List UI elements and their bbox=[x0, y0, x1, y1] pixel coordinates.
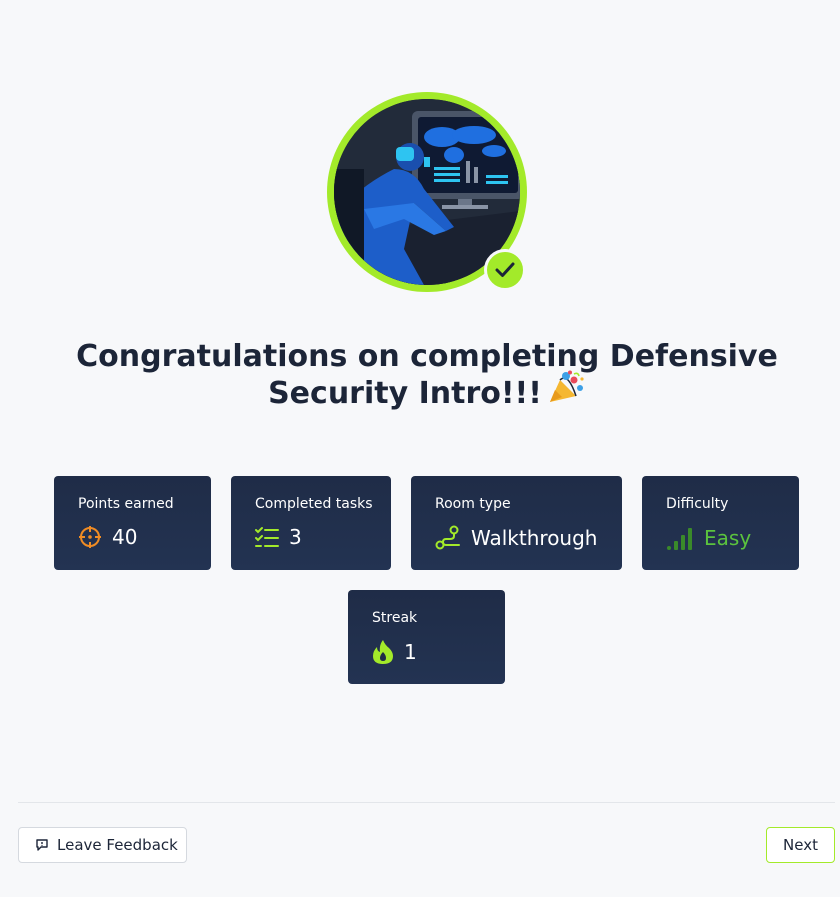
streak-value: 1 bbox=[404, 640, 417, 664]
completion-title: Congratulations on completing Defensive … bbox=[40, 338, 814, 413]
completion-title-text: Congratulations on completing Defensive … bbox=[76, 339, 778, 411]
room-type-label: Room type bbox=[435, 496, 511, 512]
streak-card: Streak 1 bbox=[348, 590, 505, 684]
points-earned-card: Points earned 40 bbox=[54, 476, 211, 570]
crosshair-icon bbox=[79, 526, 101, 548]
footer-divider bbox=[18, 802, 835, 803]
points-earned-value: 40 bbox=[112, 525, 138, 549]
next-button[interactable]: Next bbox=[766, 827, 835, 863]
streak-label: Streak bbox=[372, 610, 418, 626]
difficulty-value: Easy bbox=[704, 526, 752, 550]
flame-icon bbox=[373, 640, 393, 664]
feedback-icon bbox=[36, 839, 48, 851]
difficulty-label: Difficulty bbox=[666, 496, 729, 512]
completed-tasks-card: Completed tasks 3 bbox=[231, 476, 391, 570]
route-icon bbox=[435, 525, 460, 550]
completed-badge bbox=[484, 249, 526, 291]
checklist-icon bbox=[255, 527, 279, 547]
leave-feedback-label: Leave Feedback bbox=[57, 836, 178, 854]
completed-tasks-label: Completed tasks bbox=[255, 496, 373, 512]
room-completion-page: Congratulations on completing Defensive … bbox=[0, 0, 840, 897]
signal-bars-icon bbox=[667, 528, 692, 550]
difficulty-card: Difficulty Easy bbox=[642, 476, 799, 570]
completed-tasks-value: 3 bbox=[289, 525, 302, 549]
next-button-label: Next bbox=[783, 836, 818, 854]
party-popper-icon bbox=[548, 370, 586, 413]
completion-avatar bbox=[327, 92, 527, 292]
check-icon bbox=[495, 262, 515, 277]
room-type-value: Walkthrough bbox=[471, 526, 598, 550]
leave-feedback-button[interactable]: Leave Feedback bbox=[18, 827, 187, 863]
room-type-card: Room type Walkthrough bbox=[411, 476, 622, 570]
points-earned-label: Points earned bbox=[78, 496, 174, 512]
